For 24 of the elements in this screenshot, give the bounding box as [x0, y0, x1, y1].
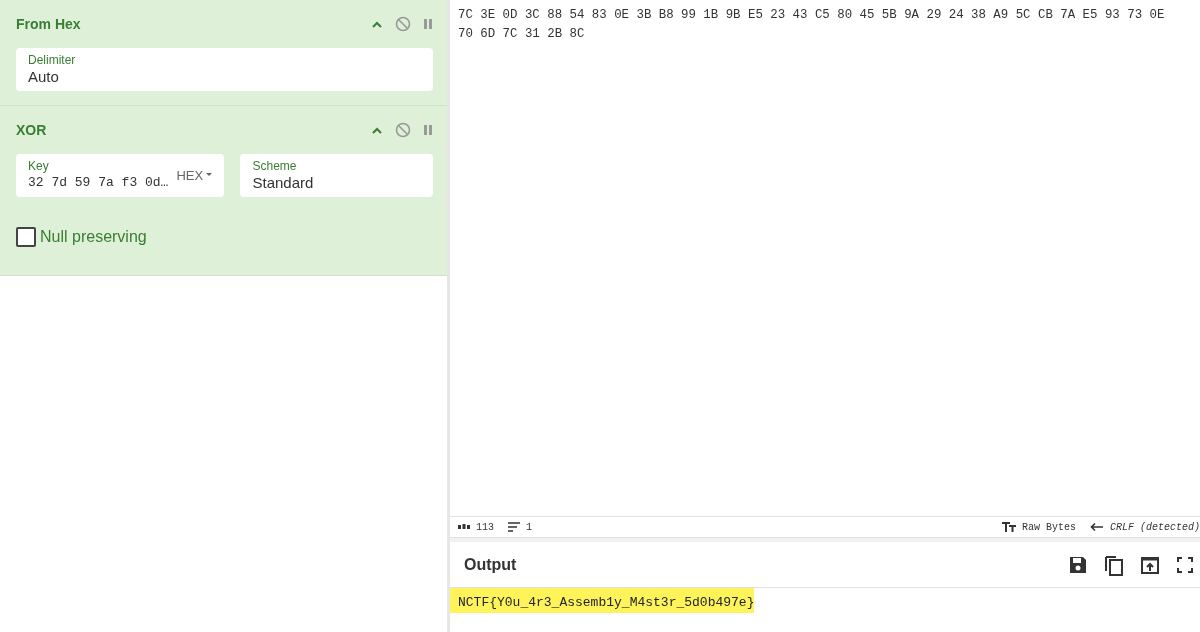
- line-count: 1: [526, 520, 533, 535]
- dropdown-toggle[interactable]: HEX: [176, 165, 213, 186]
- return-arrow-icon[interactable]: [1090, 522, 1104, 532]
- copy-icon[interactable]: [1104, 553, 1124, 576]
- open-in-input-icon[interactable]: [1140, 554, 1160, 575]
- input-text: 7C 3E 0D 3C 88 54 83 0E 3B B8 99 1B 9B E5 23 43 C5 80 45 5B 9A 29 24 38 A9 5C CB 7A E5 93 73 0E 70 6D 7C 31 2B 8C: [457, 7, 1166, 43]
- checkbox-label: Null preserving: [40, 227, 147, 247]
- operation-title: XOR: [16, 120, 47, 140]
- length-icon: [458, 524, 470, 530]
- lines-icon: [508, 522, 520, 532]
- save-icon[interactable]: [1068, 554, 1088, 575]
- input-field[interactable]: Delimiter Auto: [16, 48, 433, 91]
- fullscreen-icon[interactable]: [1176, 555, 1194, 574]
- output-text: NCTF{Y0u_4r3_Assemb1y_M4st3r_5d0b497e}: [450, 588, 755, 613]
- text-size-icon[interactable]: [1001, 522, 1016, 532]
- collapse-icon[interactable]: [371, 126, 383, 134]
- input-field[interactable]: Scheme Standard: [240, 154, 433, 197]
- line-ending-button[interactable]: CRLF (detected): [1110, 519, 1200, 535]
- encoding-button[interactable]: Raw Bytes: [1021, 519, 1076, 535]
- collapse-icon[interactable]: [371, 20, 383, 28]
- output-title: Output: [464, 554, 517, 575]
- operation-title: From Hex: [16, 14, 81, 34]
- character-count: 113: [476, 520, 494, 535]
- checkbox[interactable]: [16, 227, 36, 247]
